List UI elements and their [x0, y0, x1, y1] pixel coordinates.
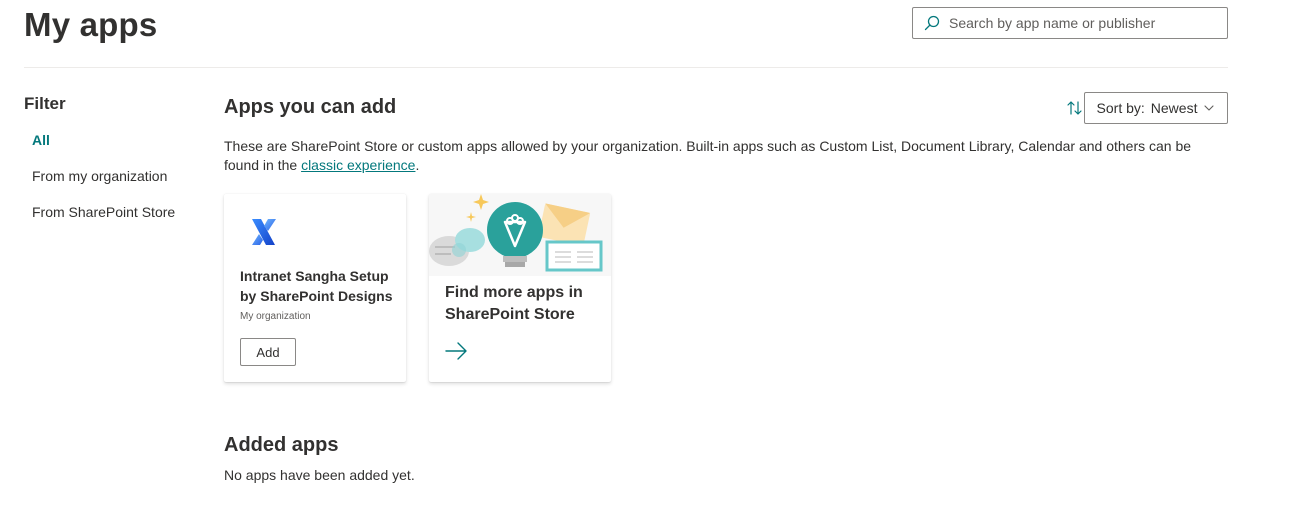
description-end: .: [415, 157, 420, 173]
app-name: Intranet Sangha Setup by SharePoint Desi…: [240, 268, 393, 304]
apps-description: These are SharePoint Store or custom app…: [224, 137, 1228, 175]
chevron-down-icon: [1203, 102, 1215, 114]
arrow-right-icon: [445, 342, 469, 360]
added-apps-title: Added apps: [224, 434, 339, 456]
page-title: My apps: [24, 6, 158, 43]
filter-item-sharepoint-store[interactable]: From SharePoint Store: [32, 203, 175, 239]
app-publisher: My organization: [240, 311, 311, 322]
apps-section-title: Apps you can add: [224, 96, 397, 118]
store-card-label: Find more apps in SharePoint Store: [445, 284, 583, 323]
sort-value: Newest: [1150, 100, 1198, 116]
filter-list: All From my organization From SharePoint…: [32, 131, 175, 239]
search-icon: [923, 14, 941, 32]
search-input[interactable]: [949, 15, 1219, 31]
sort-dropdown[interactable]: Sort by: Newest: [1084, 92, 1228, 124]
store-illustration: [429, 194, 611, 276]
app-card[interactable]: Intranet Sangha Setup by SharePoint Desi…: [224, 194, 406, 382]
sharepoint-designs-logo-icon: [248, 216, 280, 248]
my-apps-page: My apps Filter All From my organization …: [0, 0, 1300, 532]
search-box[interactable]: [912, 7, 1228, 39]
sharepoint-store-card[interactable]: Find more apps in SharePoint Store: [429, 194, 611, 382]
added-apps-empty-text: No apps have been added yet.: [224, 467, 415, 483]
add-app-button[interactable]: Add: [240, 338, 296, 366]
sort-label: Sort by:: [1096, 100, 1145, 116]
classic-experience-link[interactable]: classic experience: [301, 157, 415, 173]
header-divider: [24, 67, 1228, 68]
filter-title: Filter: [24, 94, 66, 113]
filter-item-all[interactable]: All: [32, 131, 175, 167]
sort-direction-icon[interactable]: [1066, 99, 1084, 117]
filter-item-my-organization[interactable]: From my organization: [32, 167, 175, 203]
